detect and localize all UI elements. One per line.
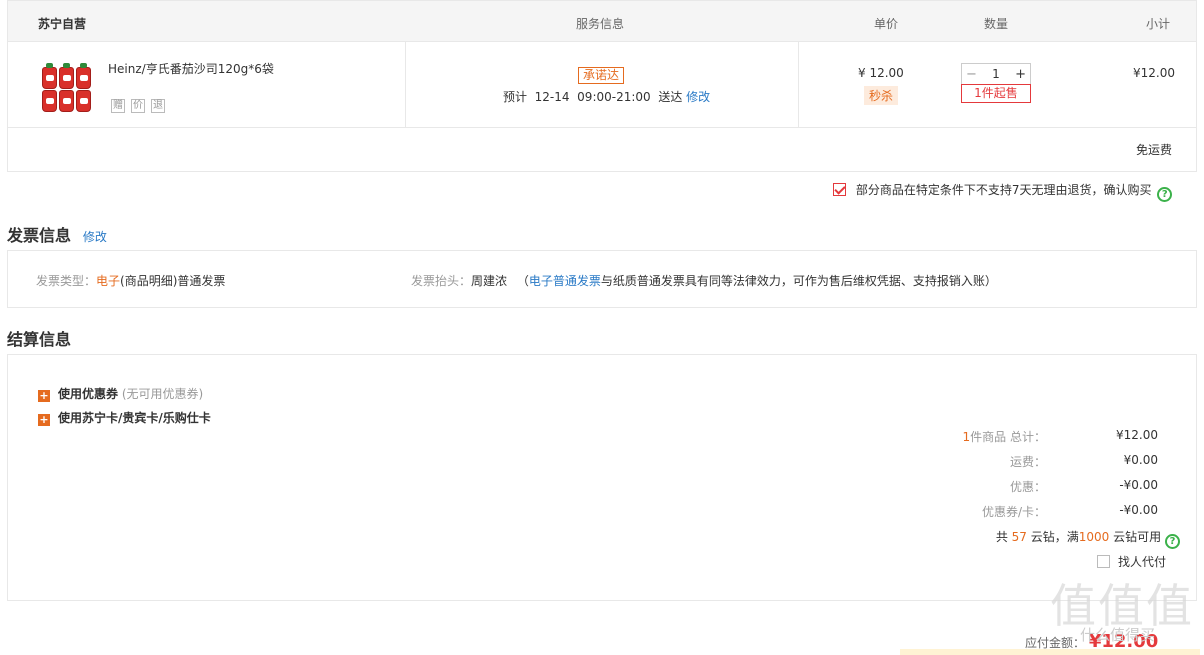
- promise-tag: 承诺达: [578, 67, 625, 84]
- invoice-header: 发票抬头：周建浓 （电子普通发票与纸质普通发票具有同等法律效力，可作为售后维权凭…: [411, 274, 997, 288]
- product-thumbnail[interactable]: [42, 63, 94, 113]
- discount-value: -¥0.00: [1119, 478, 1158, 492]
- product-name-link[interactable]: Heinz/亨氏番茄沙司120g*6袋: [108, 60, 274, 77]
- return-notice-text: 部分商品在特定条件下不支持7天无理由退货，确认购买: [855, 183, 1152, 197]
- service-icons: 赠价退: [111, 97, 171, 113]
- order-table-header: 苏宁自营 服务信息 单价 数量 小计: [7, 0, 1197, 42]
- product-row: Heinz/亨氏番茄沙司120g*6袋 赠价退 承诺达 预计 12-14 09:…: [7, 41, 1197, 128]
- expand-plus-icon[interactable]: +: [38, 390, 50, 402]
- e-invoice-link[interactable]: 电子普通发票: [529, 274, 601, 288]
- col-qty-header: 数量: [984, 17, 1009, 31]
- flash-sale-badge: 秒杀: [864, 86, 899, 105]
- qty-plus-button[interactable]: +: [1015, 67, 1026, 82]
- watermark-text: 什么值得买: [1080, 626, 1156, 644]
- return-service-icon[interactable]: 退: [151, 99, 165, 113]
- return-policy-confirm: 部分商品在特定条件下不支持7天无理由退货，确认购买 ?: [833, 181, 1173, 202]
- help-icon[interactable]: ?: [1165, 534, 1180, 549]
- unit-price: ¥ 12.00: [858, 66, 904, 80]
- invoice-type: 发票类型：电子(商品明细)普通发票: [36, 274, 226, 288]
- freight-value: ¥0.00: [1123, 453, 1158, 467]
- help-icon[interactable]: ?: [1157, 187, 1173, 202]
- col-service-header: 服务信息: [576, 17, 625, 31]
- use-coupon-toggle[interactable]: + 使用优惠券 (无可用优惠券): [38, 385, 203, 402]
- col-subtotal-header: 小计: [1146, 17, 1171, 31]
- min-quantity-badge: 1件起售: [961, 84, 1031, 103]
- payable-label: 应付金额：: [1025, 636, 1086, 650]
- delivery-edit-link[interactable]: 修改: [686, 90, 710, 104]
- items-total-value: ¥12.00: [1116, 428, 1158, 442]
- col-price-header: 单价: [874, 17, 899, 31]
- column-divider: [405, 42, 406, 127]
- row-subtotal: ¥12.00: [1133, 66, 1175, 80]
- coupon-card-value: -¥0.00: [1119, 503, 1158, 517]
- delivery-estimate: 预计 12-14 09:00-21:00 送达 修改: [503, 90, 711, 104]
- settlement-box: + 使用优惠券 (无可用优惠券) + 使用苏宁卡/贵宾卡/乐购仕卡 1件商品 总计：…: [7, 354, 1197, 601]
- return-confirm-checkbox[interactable]: [833, 183, 846, 196]
- quantity-stepper[interactable]: − 1 +: [961, 63, 1031, 85]
- items-total-label: 1件商品 总计：: [962, 430, 1046, 444]
- coupon-card-label: 优惠券/卡：: [981, 505, 1046, 519]
- column-divider: [798, 42, 799, 127]
- invoice-box: 发票类型：电子(商品明细)普通发票 发票抬头：周建浓 （电子普通发票与纸质普通发…: [7, 250, 1197, 308]
- gift-service-icon[interactable]: 赠: [111, 99, 125, 113]
- qty-value[interactable]: 1: [992, 67, 1000, 81]
- freight-label: 运费：: [1009, 455, 1046, 469]
- settlement-section-header: 结算信息: [7, 326, 71, 350]
- free-shipping-label: 免运费: [1135, 143, 1172, 157]
- yunzuan-info: 共 57 云钻，满1000 云钻可用 ?: [996, 528, 1180, 549]
- invoice-edit-link[interactable]: 修改: [83, 230, 107, 244]
- use-card-toggle[interactable]: + 使用苏宁卡/贵宾卡/乐购仕卡: [38, 409, 211, 426]
- shipping-row: 免运费: [7, 127, 1197, 172]
- discount-label: 优惠：: [1009, 480, 1046, 494]
- invoice-section-header: 发票信息 修改: [7, 222, 107, 246]
- proxy-pay-option[interactable]: 找人代付: [1097, 553, 1166, 570]
- expand-plus-icon[interactable]: +: [38, 414, 50, 426]
- store-name: 苏宁自营: [38, 17, 87, 31]
- proxy-pay-checkbox[interactable]: [1097, 555, 1111, 568]
- price-protect-icon[interactable]: 价: [131, 99, 145, 113]
- watermark-logo: 值值值: [1050, 579, 1194, 633]
- invoice-title: 发票信息: [7, 226, 72, 245]
- settlement-title: 结算信息: [7, 330, 72, 349]
- qty-minus-button[interactable]: −: [966, 67, 977, 82]
